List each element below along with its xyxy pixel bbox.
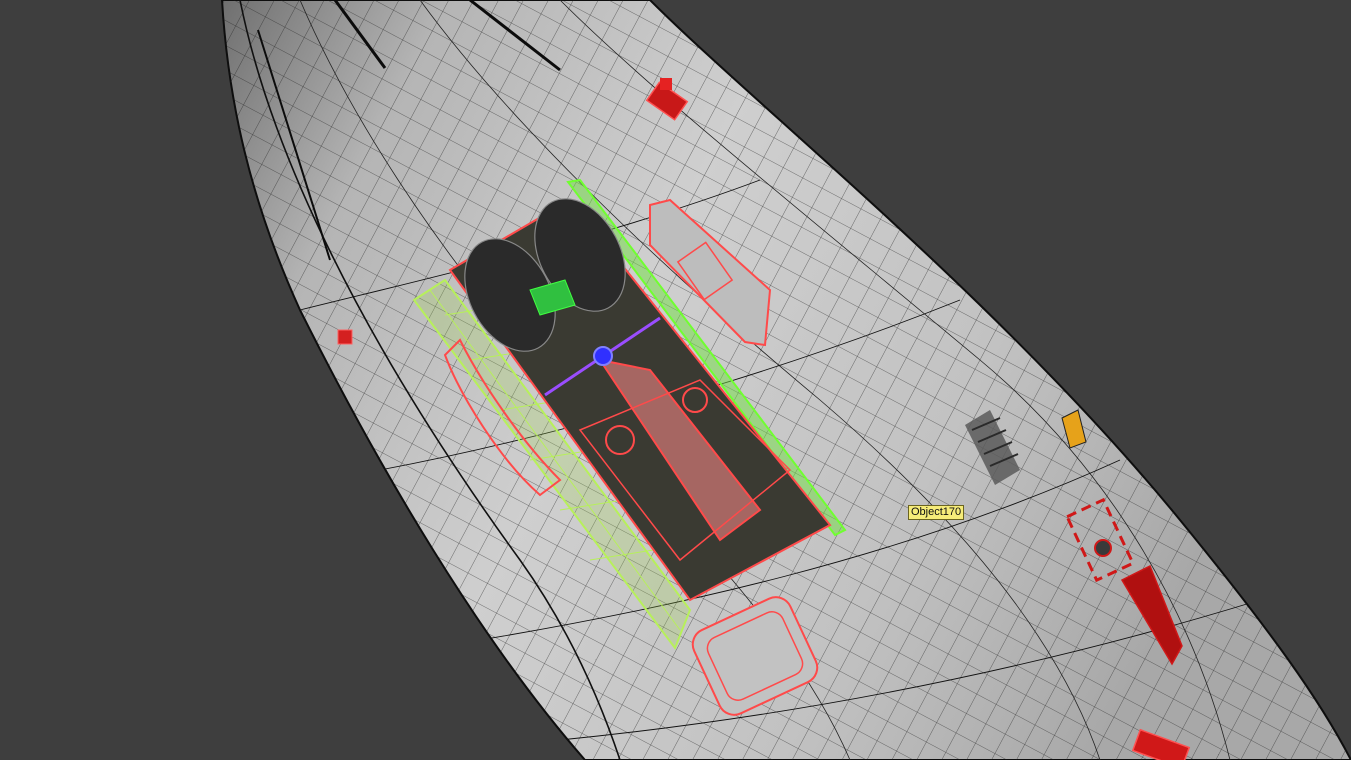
object-hover-tooltip: Object170: [908, 505, 965, 520]
viewport-scene[interactable]: [0, 0, 1351, 760]
red-side-light[interactable]: [337, 329, 353, 345]
3d-viewport[interactable]: Object170: [0, 0, 1351, 760]
